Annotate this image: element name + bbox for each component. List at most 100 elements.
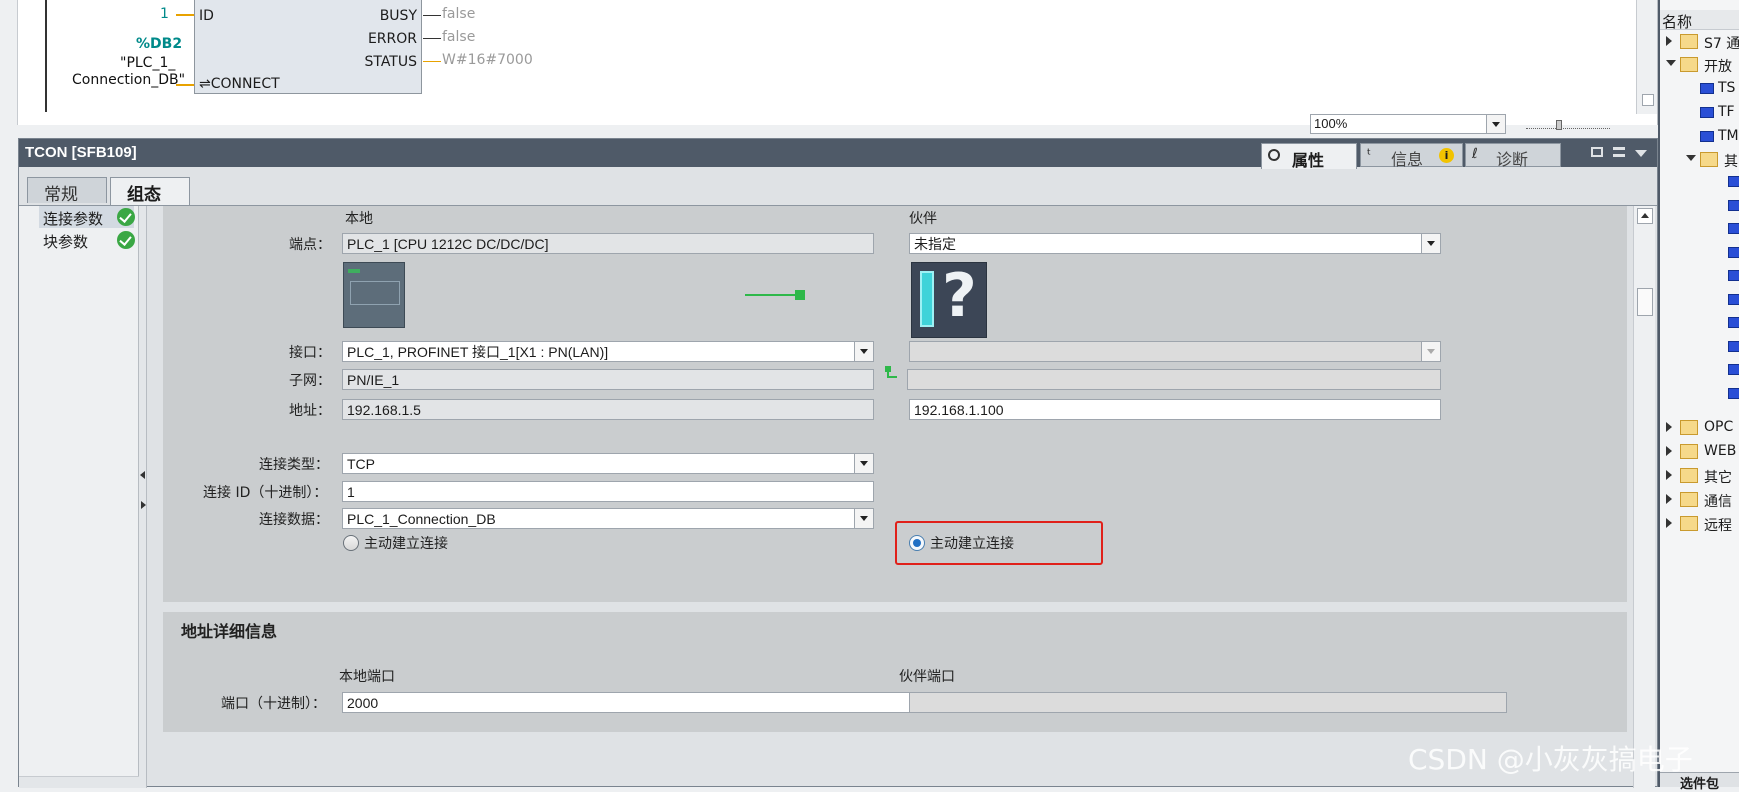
partner-port-header: 伙伴端口 xyxy=(899,669,955,685)
local-interface-value: PLC_1, PROFINET 接口_1[X1 : PN(LAN)] xyxy=(347,344,609,360)
local-port-input[interactable]: 2000 xyxy=(342,692,942,713)
conn-type-select[interactable]: TCP xyxy=(342,453,874,474)
partner-interface-select[interactable] xyxy=(909,341,1441,362)
partner-endpoint-select[interactable]: 未指定 xyxy=(909,233,1441,254)
inspector-vscrollbar[interactable] xyxy=(1633,206,1655,788)
id-pin-label: ID xyxy=(199,8,214,24)
collapse-arrow-icon[interactable] xyxy=(1666,446,1672,456)
chevron-down-icon[interactable] xyxy=(854,509,873,528)
block-icon xyxy=(1700,107,1714,118)
window-menu-icon[interactable] xyxy=(1635,150,1647,157)
partner-port-field xyxy=(909,692,1507,713)
collapse-arrow-icon[interactable] xyxy=(1666,422,1672,432)
error-wire xyxy=(423,38,441,39)
editor-vscrollbar[interactable] xyxy=(1636,0,1657,114)
block-icon[interactable] xyxy=(1728,199,1739,211)
block-icon[interactable] xyxy=(1728,340,1739,352)
ok-check-icon xyxy=(117,231,135,249)
chevron-down-icon[interactable] xyxy=(854,342,873,361)
conn-data-value: PLC_1_Connection_DB xyxy=(347,511,496,527)
inspector-title: TCON [SFB109] xyxy=(25,144,137,161)
folder-icon xyxy=(1680,468,1698,483)
tab-properties[interactable]: 属性 xyxy=(1261,143,1357,170)
collapse-arrow-icon[interactable] xyxy=(1666,36,1672,46)
scroll-up-arrow-icon[interactable] xyxy=(1637,208,1653,224)
zoom-value: 100% xyxy=(1314,116,1348,131)
block-icon[interactable] xyxy=(1728,176,1739,187)
block-icon[interactable] xyxy=(1728,246,1739,258)
chevron-down-icon[interactable] xyxy=(854,454,873,473)
info-badge-icon: i xyxy=(1439,148,1454,163)
window-layout-icon[interactable] xyxy=(1613,147,1625,157)
connect-wire xyxy=(176,84,194,86)
tab-config[interactable]: 组态 xyxy=(110,177,190,205)
folder-icon xyxy=(1680,516,1698,531)
tab-info[interactable]: ᵗ 信息 i xyxy=(1360,143,1463,169)
scroll-thumb[interactable] xyxy=(1637,288,1653,316)
block-icon xyxy=(1700,83,1714,94)
collapse-arrow-icon[interactable] xyxy=(1666,494,1672,504)
tab-properties-label: 属性 xyxy=(1292,151,1325,170)
nav-hscrollbar[interactable] xyxy=(19,776,139,788)
endpoint-label: 端点： xyxy=(289,237,331,253)
block-icon[interactable] xyxy=(1728,317,1739,328)
tree-item-label: S7 通 xyxy=(1704,36,1739,52)
tree-header: 名称 xyxy=(1660,10,1739,31)
tree-item-label: TF xyxy=(1718,104,1735,120)
scroll-down-arrow-icon[interactable] xyxy=(1642,94,1654,106)
tree-item-label: WEB xyxy=(1704,443,1737,459)
zoom-slider[interactable] xyxy=(1526,120,1610,130)
address-details-title: 地址详细信息 xyxy=(181,622,278,641)
cpu-device-icon xyxy=(343,262,405,328)
port-label: 端口（十进制）： xyxy=(221,696,326,712)
window-restore-icon[interactable] xyxy=(1591,147,1603,157)
block-icon[interactable] xyxy=(1728,364,1739,375)
tab-config-label: 组态 xyxy=(127,185,161,205)
expand-arrow-icon[interactable] xyxy=(1686,155,1696,161)
tree-header-label: 名称 xyxy=(1662,13,1693,31)
diagnostics-tab-icon: ℓ xyxy=(1472,146,1478,162)
nav-item-label: 连接参数 xyxy=(43,210,104,228)
collapse-arrow-icon[interactable] xyxy=(1666,470,1672,480)
collapse-arrow-icon[interactable] xyxy=(1666,518,1672,528)
radio-checked-icon xyxy=(909,535,925,551)
zoom-select[interactable]: 100% xyxy=(1310,114,1506,134)
local-subnet-value: PN/IE_1 xyxy=(347,372,400,388)
local-address-value: 192.168.1.5 xyxy=(347,402,421,418)
local-interface-select[interactable]: PLC_1, PROFINET 接口_1[X1 : PN(LAN)] xyxy=(342,341,874,362)
chevron-down-icon xyxy=(1421,342,1440,361)
inspector-window: TCON [SFB109] 属性 ᵗ 信息 i ℓ 诊断 常规 组态 连接参数 … xyxy=(18,138,1658,788)
radio-dot xyxy=(913,539,921,547)
block-icon[interactable] xyxy=(1728,387,1739,399)
address-details-panel: 地址详细信息 本地端口 伙伴端口 端口（十进制）： 2000 xyxy=(163,612,1627,732)
local-endpoint-field: PLC_1 [CPU 1212C DC/DC/DC] xyxy=(342,233,874,254)
block-icon[interactable] xyxy=(1728,223,1739,234)
splitter[interactable] xyxy=(139,206,147,788)
block-icon[interactable] xyxy=(1728,293,1739,305)
partner-address-value: 192.168.1.100 xyxy=(914,402,1004,418)
local-port-value: 2000 xyxy=(347,695,379,711)
block-icon[interactable] xyxy=(1728,270,1739,281)
partner-address-input[interactable]: 192.168.1.100 xyxy=(909,399,1441,420)
error-value: false xyxy=(442,29,476,45)
tab-diagnostics[interactable]: ℓ 诊断 xyxy=(1465,143,1561,169)
tree-item-label: OPC xyxy=(1704,419,1734,435)
chevron-down-icon[interactable] xyxy=(1421,234,1440,253)
local-subnet-field: PN/IE_1 xyxy=(342,369,874,390)
local-address-field: 192.168.1.5 xyxy=(342,399,874,420)
expand-right-icon[interactable] xyxy=(141,501,146,509)
collapse-left-icon[interactable] xyxy=(140,471,145,479)
tab-general[interactable]: 常规 xyxy=(27,177,107,205)
zoom-slider-thumb[interactable] xyxy=(1556,120,1562,130)
block-icon xyxy=(1700,131,1714,142)
conn-id-input[interactable]: 1 xyxy=(342,481,874,502)
unknown-device-icon: ? xyxy=(911,261,987,338)
tcon-function-block[interactable]: ID ⇌CONNECT BUSY ERROR STATUS xyxy=(194,0,422,94)
chevron-down-icon[interactable] xyxy=(1486,115,1505,133)
local-active-radio[interactable]: 主动建立连接 xyxy=(343,533,503,553)
conn-data-select[interactable]: PLC_1_Connection_DB xyxy=(342,508,874,529)
folder-icon xyxy=(1700,152,1718,167)
partner-active-radio[interactable]: 主动建立连接 xyxy=(909,533,1069,553)
tree-item-label: 其 xyxy=(1724,154,1738,170)
expand-arrow-icon[interactable] xyxy=(1666,60,1676,66)
